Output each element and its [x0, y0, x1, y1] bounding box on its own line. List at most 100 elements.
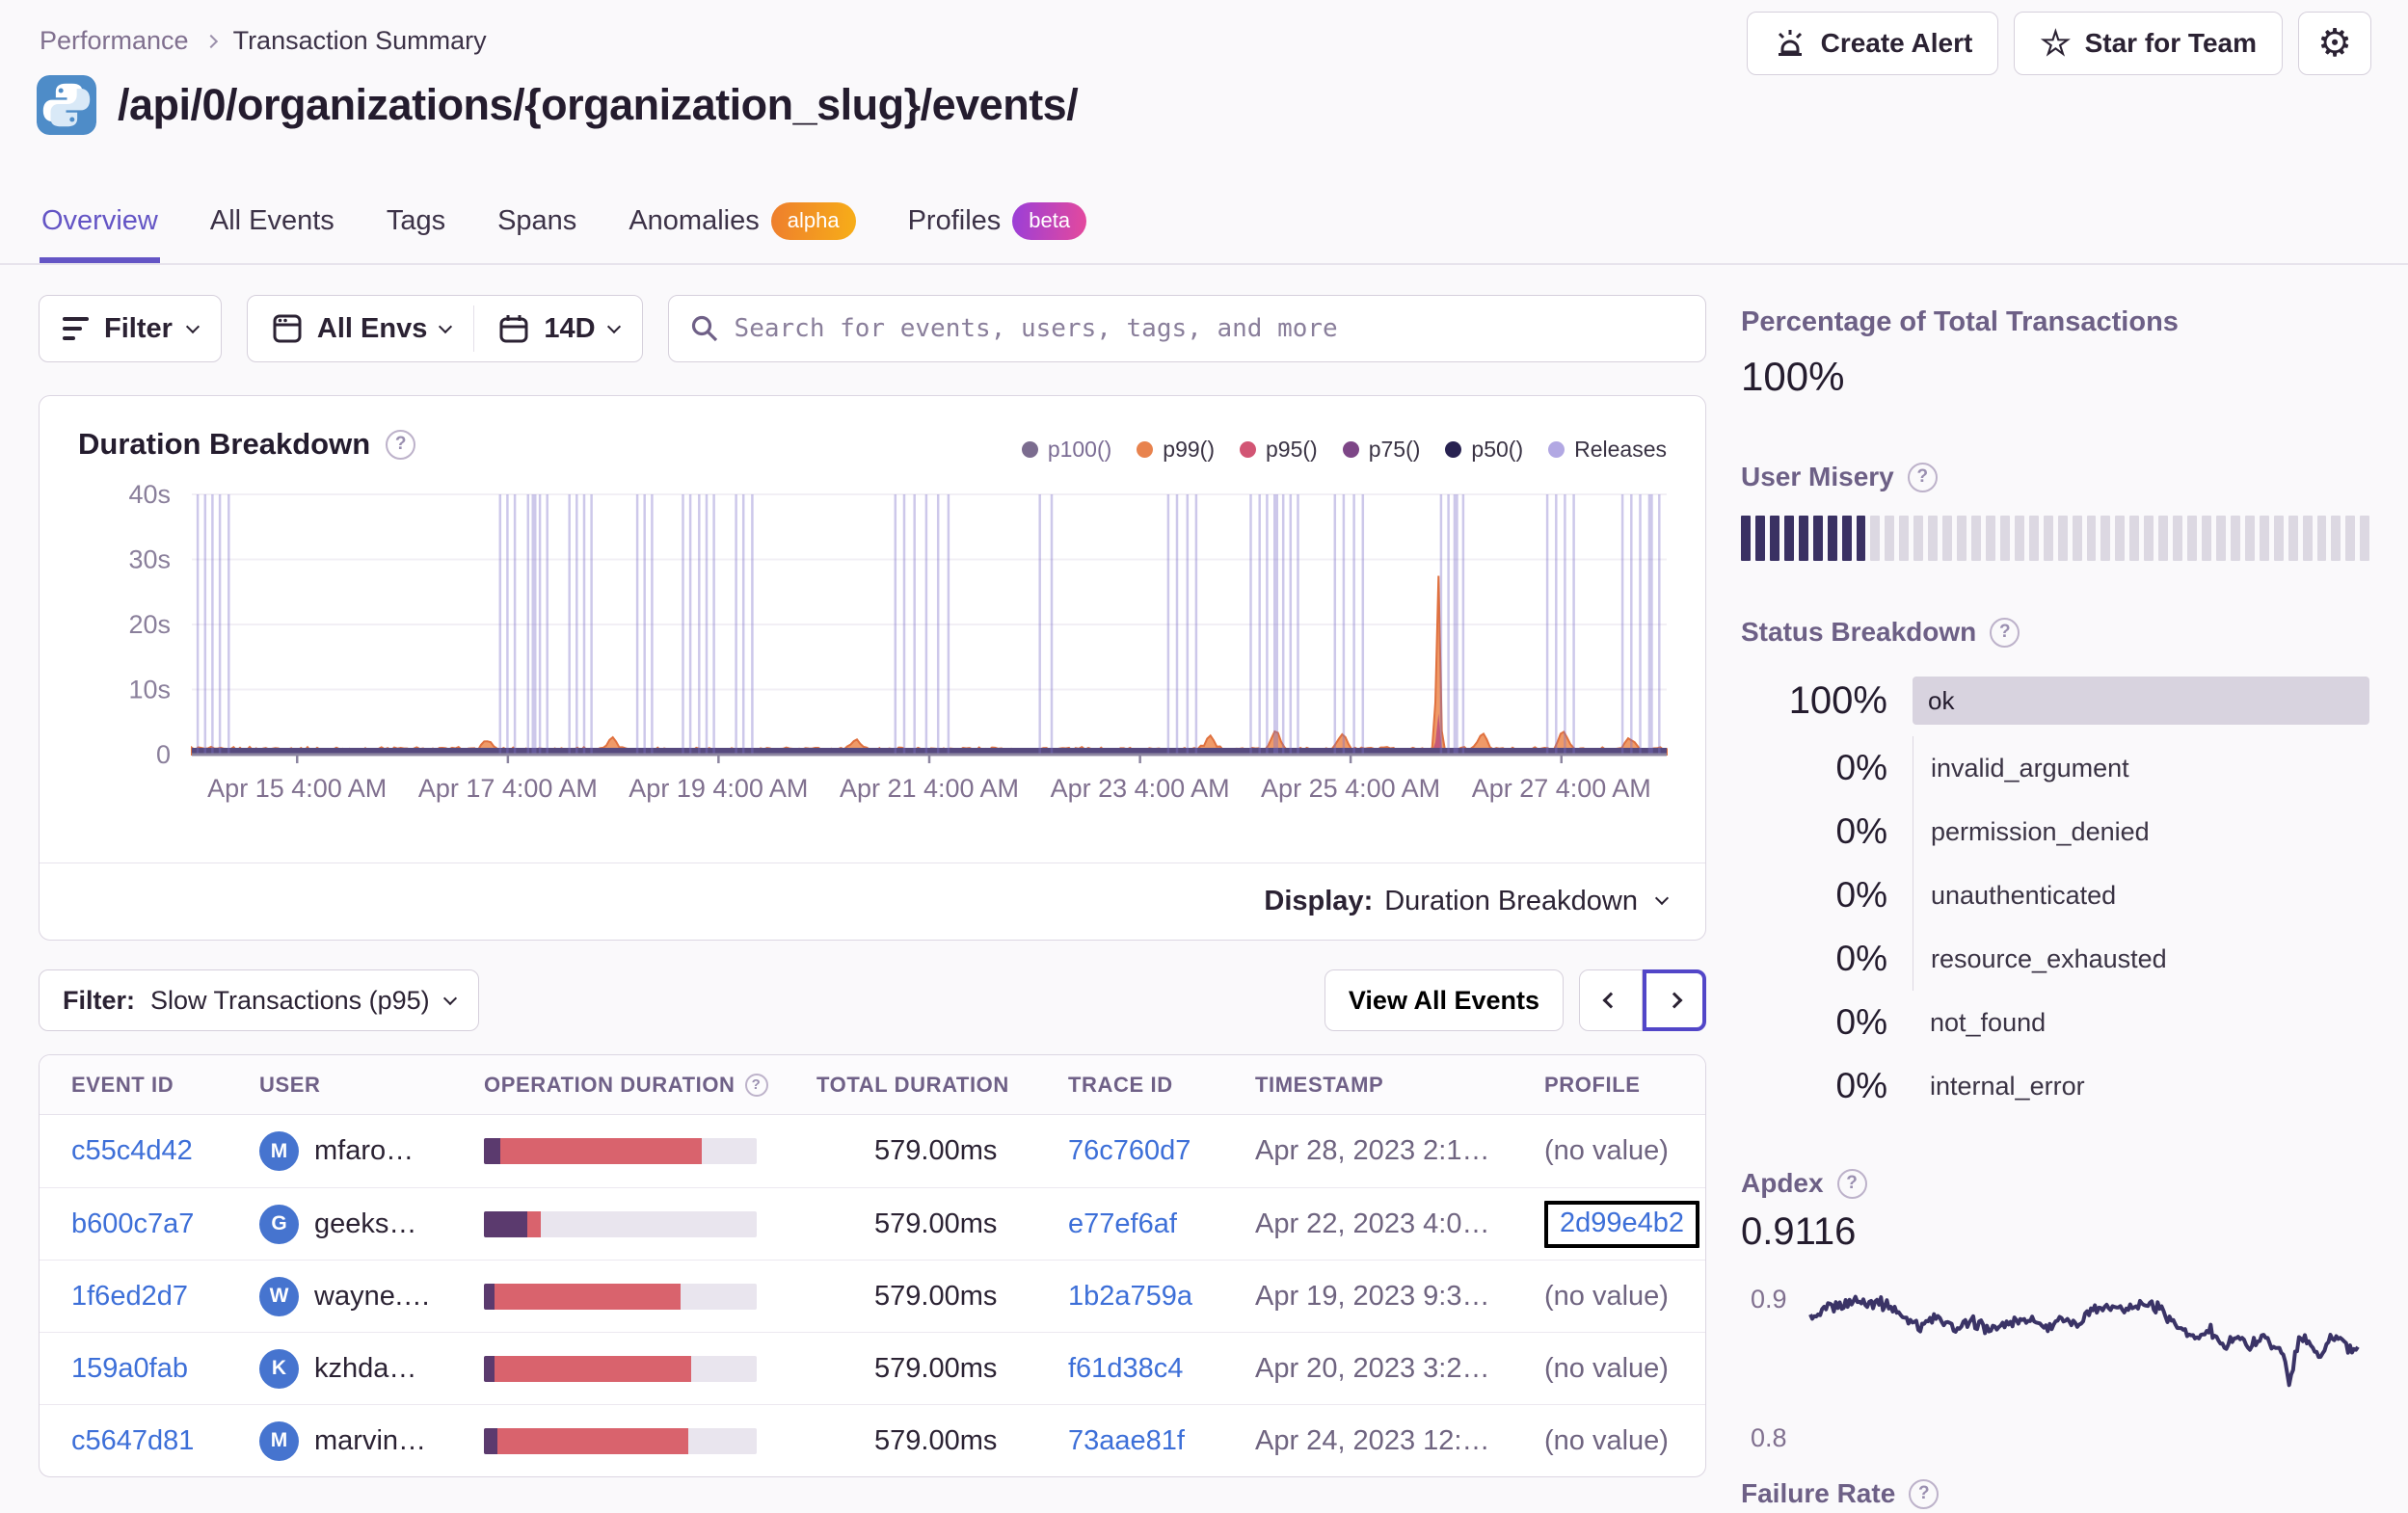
events-table: EVENT ID USER OPERATION DURATION? TOTAL DUR… [39, 1054, 1706, 1477]
legend-item-p95[interactable]: p95() [1240, 437, 1318, 463]
failure-rate-title: Failure Rate [1741, 1478, 1896, 1508]
operation-duration-bar [484, 1355, 757, 1382]
user-avatar: W [259, 1276, 299, 1316]
misery-segment [1971, 516, 1981, 561]
create-alert-button[interactable]: Create Alert [1746, 12, 1999, 75]
help-icon[interactable]: ? [1836, 1168, 1867, 1199]
previous-page-button[interactable] [1579, 969, 1643, 1031]
help-icon[interactable]: ? [744, 1073, 768, 1097]
event-id-link[interactable]: 159a0fab [71, 1353, 188, 1384]
user-avatar: M [259, 1131, 299, 1171]
window-icon [273, 314, 302, 343]
status-label: permission_denied [1913, 800, 2369, 863]
event-id-link[interactable]: b600c7a7 [71, 1208, 194, 1239]
operation-duration-bar [484, 1283, 757, 1310]
misery-segment [1928, 516, 1939, 561]
star-for-team-button[interactable]: ☆ Star for Team [2014, 12, 2283, 75]
misery-segment [2187, 516, 2197, 561]
event-id-link[interactable]: c55c4d42 [71, 1135, 193, 1166]
user-misery-title: User Misery [1741, 462, 1894, 491]
transactions-filter-dropdown[interactable]: Filter: Slow Transactions (p95) [39, 969, 479, 1031]
event-id-link[interactable]: c5647d81 [71, 1425, 194, 1456]
star-for-team-label: Star for Team [2084, 28, 2257, 58]
display-label: Display: [1264, 886, 1374, 916]
chevron-down-icon [442, 991, 457, 1006]
star-icon: ☆ [2040, 23, 2072, 63]
legend-item-Releases[interactable]: Releases [1548, 437, 1667, 463]
total-duration: 579.00ms [874, 1208, 998, 1239]
help-icon[interactable]: ? [1990, 617, 2020, 648]
environment-dropdown[interactable]: All Envs [248, 296, 473, 361]
view-all-events-button[interactable]: View All Events [1324, 969, 1564, 1031]
transactions-filter-value: Slow Transactions (p95) [150, 985, 430, 1015]
misery-segment [1985, 516, 1995, 561]
svg-text:Apr 27 4:00 AM: Apr 27 4:00 AM [1472, 774, 1651, 803]
summary-sidebar: Percentage of Total Transactions 100% Us… [1741, 306, 2370, 1513]
event-id-link[interactable]: 1f6ed2d7 [71, 1281, 188, 1312]
trace-id-link[interactable]: 76c760d7 [1068, 1135, 1191, 1166]
status-percent: 100% [1788, 678, 1887, 722]
tab-tags[interactable]: Tags [385, 189, 447, 263]
misery-segment [2360, 516, 2370, 561]
misery-segment [2202, 516, 2211, 561]
svg-text:0.9: 0.9 [1751, 1285, 1787, 1314]
misery-segment [1754, 516, 1765, 561]
display-value-dropdown[interactable]: Duration Breakdown [1384, 886, 1638, 917]
settings-button[interactable]: ⚙ [2298, 12, 2371, 75]
tab-overview[interactable]: Overview [40, 189, 160, 263]
tab-label: Overview [41, 205, 158, 236]
misery-segment [2316, 516, 2327, 561]
help-icon[interactable]: ? [386, 429, 416, 460]
trace-id-link[interactable]: 73aae81f [1068, 1425, 1185, 1456]
profile-link[interactable]: 2d99e4b2 [1560, 1208, 1684, 1238]
chevron-down-icon [606, 319, 621, 334]
breadcrumb-separator-icon [203, 34, 218, 48]
breadcrumb-performance[interactable]: Performance [40, 26, 189, 56]
user-avatar: G [259, 1204, 299, 1244]
next-page-button[interactable] [1643, 969, 1706, 1031]
misery-segment [1798, 516, 1808, 561]
legend-label: Releases [1574, 437, 1667, 462]
legend-item-p50[interactable]: p50() [1445, 437, 1523, 463]
table-row: c5647d81 Mmarvin… 579.00ms 73aae81f Apr 24, … [40, 1404, 1705, 1476]
help-icon[interactable]: ? [1907, 462, 1938, 492]
page-title: /api/0/organizations/{organization_slug}… [118, 80, 1079, 129]
total-duration: 579.00ms [874, 1352, 998, 1384]
misery-segment [2230, 516, 2240, 561]
alert-siren-icon [1778, 30, 1802, 56]
tab-profiles[interactable]: Profiles beta [906, 189, 1089, 263]
trace-id-link[interactable]: 1b2a759a [1068, 1281, 1192, 1312]
legend-item-p100[interactable]: p100() [1021, 437, 1111, 463]
legend-label: p75() [1368, 437, 1421, 462]
misery-segment [2100, 516, 2111, 561]
operation-duration-bar [484, 1210, 757, 1237]
chevron-left-icon [1602, 992, 1619, 1009]
search-box[interactable] [667, 295, 1706, 362]
status-bar-ok: ok [1913, 677, 2369, 725]
tab-label: Profiles [907, 205, 1002, 236]
trace-id-link[interactable]: f61d38c4 [1068, 1353, 1183, 1384]
tab-label: Anomalies [629, 205, 760, 236]
total-duration: 579.00ms [874, 1280, 998, 1312]
tab-all-events[interactable]: All Events [208, 189, 336, 263]
help-icon[interactable]: ? [1909, 1478, 1940, 1509]
misery-segment [2331, 516, 2341, 561]
profile-value: (no value) [1544, 1424, 1669, 1456]
tab-anomalies[interactable]: Anomalies alpha [627, 189, 857, 263]
date-range-dropdown[interactable]: 14D [474, 296, 641, 361]
legend-item-p99[interactable]: p99() [1137, 437, 1215, 463]
python-platform-icon [37, 75, 96, 135]
svg-text:Apr 23 4:00 AM: Apr 23 4:00 AM [1051, 774, 1230, 803]
operation-duration-bar [484, 1138, 757, 1164]
timestamp: Apr 24, 2023 12:… [1255, 1424, 1490, 1456]
duration-breakdown-chart[interactable]: 0 10s 20s 30s 40s Apr 15 4:00 AM Apr 17 4:00 A… [78, 480, 1668, 815]
status-percent: 0% [1835, 1002, 1887, 1042]
legend-item-p75[interactable]: p75() [1342, 437, 1421, 463]
trace-id-link[interactable]: e77ef6af [1068, 1208, 1177, 1239]
status-row-invalid_argument: 0% invalid_argument [1741, 736, 2369, 800]
tab-spans[interactable]: Spans [495, 189, 578, 263]
status-label: internal_error [1930, 1071, 2085, 1101]
filter-dropdown[interactable]: Filter [39, 295, 222, 362]
search-input[interactable] [734, 314, 1686, 343]
misery-segment [2028, 516, 2039, 561]
